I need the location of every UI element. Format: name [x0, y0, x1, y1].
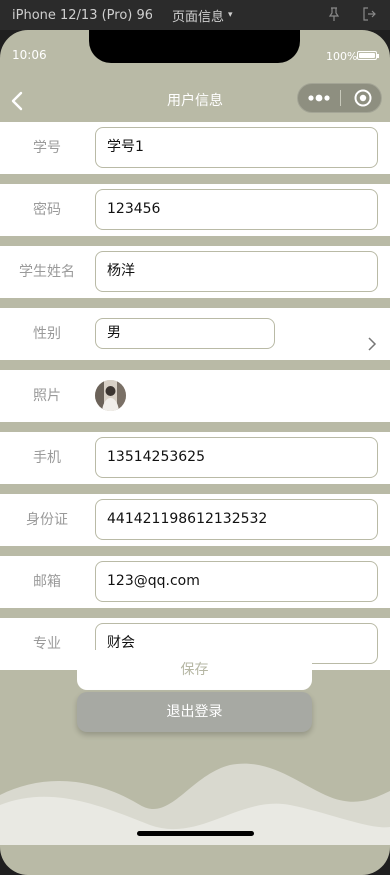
row-password: 密码 123456 [0, 184, 390, 236]
page-info-menu[interactable]: 页面信息 ▾ [172, 6, 233, 25]
chevron-right-icon[interactable] [367, 336, 377, 352]
name-label: 学生姓名 [19, 264, 75, 280]
devtools-bar: iPhone 12/13 (Pro) 96... 页面信息 ▾ [0, 0, 390, 30]
password-field[interactable]: 123456 [95, 189, 378, 230]
email-field[interactable]: 123@qq.com [95, 561, 378, 602]
capsule-divider [340, 90, 341, 106]
save-button[interactable]: 保存 [77, 650, 312, 690]
pin-icon[interactable] [328, 7, 340, 21]
mini-program-capsule [297, 83, 382, 113]
student-id-field[interactable]: 学号1 [95, 127, 378, 168]
battery-icon [357, 51, 379, 60]
id-card-field[interactable]: 441421198612132532 [95, 499, 378, 540]
row-student-id: 学号 学号1 [0, 122, 390, 174]
battery-percent: 100% [326, 50, 358, 63]
gender-label: 性别 [33, 326, 61, 342]
avatar[interactable] [95, 380, 126, 411]
student-id-label: 学号 [33, 140, 61, 156]
close-target-icon[interactable] [354, 89, 372, 107]
decorative-waves [0, 763, 390, 845]
more-icon[interactable] [308, 92, 330, 104]
caret-down-icon: ▾ [228, 10, 233, 20]
page-info-label: 页面信息 [172, 9, 225, 25]
photo-label: 照片 [33, 388, 61, 404]
exit-icon[interactable] [362, 7, 376, 21]
name-field[interactable]: 杨洋 [95, 251, 378, 292]
row-gender[interactable]: 性别 男 [0, 308, 390, 360]
row-id-card: 身份证 441421198612132532 [0, 494, 390, 546]
phone-notch [89, 30, 300, 63]
row-photo: 照片 [0, 370, 390, 422]
id-card-label: 身份证 [26, 512, 68, 528]
phone-label: 手机 [33, 450, 61, 466]
home-indicator [137, 831, 254, 836]
email-label: 邮箱 [33, 574, 61, 590]
gender-picker[interactable]: 男 [95, 318, 275, 349]
row-name: 学生姓名 杨洋 [0, 246, 390, 298]
row-email: 邮箱 123@qq.com [0, 556, 390, 608]
password-label: 密码 [33, 202, 61, 218]
avatar-image [95, 380, 126, 411]
status-time: 10:06 [12, 48, 47, 62]
logout-button[interactable]: 退出登录 [77, 692, 312, 732]
row-phone: 手机 13514253625 [0, 432, 390, 484]
device-selector[interactable]: iPhone 12/13 (Pro) 96... [12, 8, 152, 23]
phone-field[interactable]: 13514253625 [95, 437, 378, 478]
